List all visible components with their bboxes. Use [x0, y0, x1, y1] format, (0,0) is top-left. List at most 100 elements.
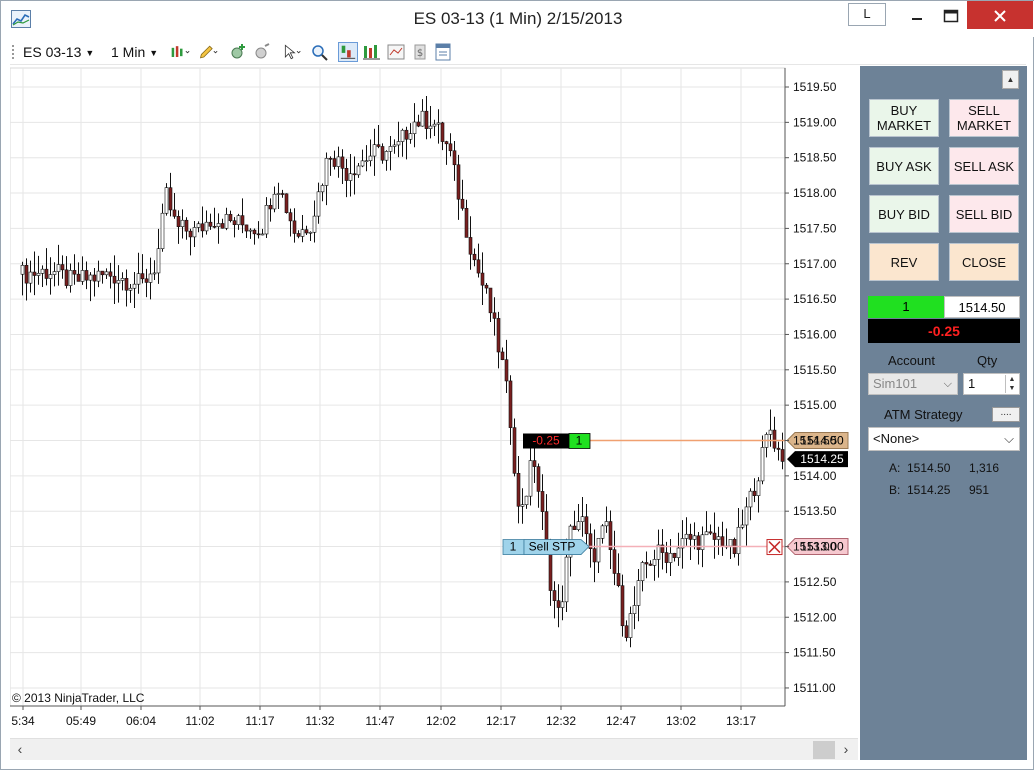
- bid-size: 951: [969, 483, 990, 497]
- y-axis-label: 1516.00: [793, 327, 837, 341]
- x-axis-label: 12:47: [606, 714, 636, 728]
- price-bar-body: [492, 312, 497, 319]
- price-bar-body: [32, 271, 37, 276]
- sell-bid-button[interactable]: SELL BID: [949, 195, 1019, 233]
- account-select[interactable]: Sim101 ⌵: [868, 373, 958, 395]
- quantity-spin-icon[interactable]: ▲ ▼: [1005, 375, 1018, 393]
- price-bar-body: [352, 173, 357, 176]
- atm-strategy-more-button[interactable]: ....: [992, 407, 1020, 422]
- price-bar-body: [632, 605, 637, 614]
- price-bar-body: [292, 220, 297, 234]
- zoom-icon[interactable]: [309, 42, 329, 62]
- chart-trader-icon[interactable]: [338, 42, 358, 62]
- link-button[interactable]: L: [848, 3, 886, 26]
- price-bar-body: [144, 278, 149, 283]
- price-bar-body: [380, 146, 385, 161]
- collapse-panel-icon[interactable]: ▲: [1002, 70, 1019, 89]
- price-bar-body: [436, 122, 441, 125]
- price-bar-body: [664, 552, 669, 563]
- maximize-icon: [943, 9, 959, 23]
- instrument-selector[interactable]: ES 03-13 ▼: [23, 43, 94, 61]
- scroll-thumb[interactable]: [813, 741, 835, 759]
- price-bar-body: [164, 187, 169, 214]
- price-bar-body: [180, 219, 185, 228]
- price-bar-body: [364, 160, 369, 163]
- price-bar-body: [696, 535, 701, 550]
- price-bar-body: [92, 274, 97, 282]
- chart-canvas[interactable]: -0.25 1 1514.50 1514.25 1 Sell STP 1513.00 151…: [10, 66, 859, 736]
- price-bar-body: [412, 121, 417, 134]
- interval-selector[interactable]: 1 Min ▼: [111, 43, 158, 61]
- price-bar-body: [24, 264, 29, 284]
- reverse-button[interactable]: REV: [869, 243, 939, 281]
- price-bar-body: [40, 268, 45, 274]
- panels-icon[interactable]: [433, 42, 453, 62]
- y-axis-label: 1512.00: [793, 610, 837, 624]
- price-bar-body: [20, 264, 25, 275]
- price-bar-body: [72, 270, 77, 275]
- close-position-button[interactable]: CLOSE: [949, 243, 1019, 281]
- cursor-pointer-icon[interactable]: [282, 42, 302, 62]
- price-bar-body: [300, 229, 305, 237]
- sell-market-button[interactable]: SELL MARKET: [949, 99, 1019, 137]
- price-bar-body: [752, 490, 757, 496]
- price-bar-body: [204, 221, 209, 232]
- sell-ask-button[interactable]: SELL ASK: [949, 147, 1019, 185]
- price-bar-body: [52, 271, 57, 275]
- price-bar-body: [716, 536, 721, 540]
- price-bar-body: [560, 601, 565, 608]
- data-box-icon[interactable]: [362, 42, 382, 62]
- price-bar-body: [628, 613, 633, 638]
- price-chart[interactable]: -0.25 1 1514.50 1514.25 1 Sell STP 1513.00 151…: [10, 66, 859, 736]
- chart-properties-icon[interactable]: [386, 42, 406, 62]
- price-bar-body: [56, 264, 61, 272]
- sell-bid-label: SELL BID: [955, 206, 1013, 222]
- price-bar-body: [400, 129, 405, 142]
- y-axis-label: 1511.00: [793, 681, 836, 695]
- chart-toolbar: ES 03-13 ▼ 1 Min ▼ $: [10, 39, 1026, 65]
- atm-strategy-select[interactable]: <None> ⌵: [868, 427, 1020, 451]
- price-bar-body: [212, 226, 217, 228]
- scroll-right-arrow-icon[interactable]: ›: [838, 741, 854, 757]
- add-indicator-icon[interactable]: [228, 42, 248, 62]
- chevron-down-icon: ▼: [149, 48, 159, 58]
- ask-size: 1,316: [969, 461, 1000, 475]
- ask-label: A:: [889, 461, 901, 475]
- price-bar-body: [624, 625, 629, 638]
- buy-ask-label: BUY ASK: [876, 158, 932, 174]
- price-bar-body: [596, 537, 601, 563]
- price-bar-body: [692, 535, 697, 540]
- price-bar-body: [304, 229, 309, 234]
- close-button[interactable]: [967, 1, 1033, 29]
- price-bar-body: [580, 516, 585, 522]
- strategy-icon[interactable]: [252, 42, 272, 62]
- price-bar-body: [720, 536, 725, 547]
- bar-style-icon[interactable]: [170, 42, 190, 62]
- price-bar-body: [612, 549, 617, 574]
- money-icon[interactable]: $: [410, 42, 430, 62]
- x-axis-label: 13:02: [666, 714, 696, 728]
- price-bar-body: [284, 193, 289, 213]
- y-axis-label: 1516.50: [793, 292, 837, 306]
- drawing-tool-pencil-icon[interactable]: [198, 42, 218, 62]
- price-bar-body: [688, 533, 693, 540]
- chart-app-icon: [11, 10, 31, 28]
- scroll-left-arrow-icon[interactable]: ‹: [12, 741, 28, 757]
- price-bar-body: [540, 491, 545, 512]
- copyright-notice: © 2013 NinjaTrader, LLC: [12, 691, 145, 705]
- y-axis-label: 1518.00: [793, 186, 837, 200]
- price-bar-body: [448, 143, 453, 152]
- buy-ask-button[interactable]: BUY ASK: [869, 147, 939, 185]
- y-axis-label: 1519.00: [793, 115, 837, 129]
- price-bar-body: [372, 144, 377, 157]
- price-bar-body: [512, 427, 517, 474]
- toolbar-grip-icon: [12, 45, 14, 59]
- quantity-stepper[interactable]: 1 ▲ ▼: [963, 373, 1020, 395]
- price-bar-body: [64, 269, 69, 286]
- sell-ask-label: SELL ASK: [953, 158, 1015, 174]
- price-bar-body: [172, 209, 177, 217]
- buy-market-button[interactable]: BUY MARKET: [869, 99, 939, 137]
- x-axis-label: 11:02: [185, 714, 214, 728]
- horizontal-scrollbar[interactable]: ‹ ›: [10, 738, 858, 760]
- buy-bid-button[interactable]: BUY BID: [869, 195, 939, 233]
